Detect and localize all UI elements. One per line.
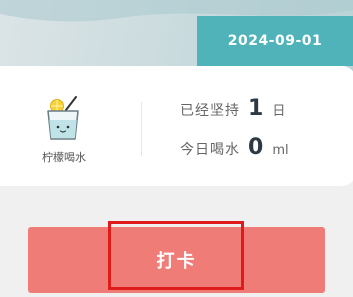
today-water-stat: 今日喝水 0 ml — [180, 135, 289, 165]
habit-detail-screen: 2024-09-01 柠檬喝水 已经坚持 1 日 今日喝水 0 ml 打卡 — [0, 0, 353, 297]
streak-stat: 已经坚持 1 日 — [180, 96, 285, 126]
streak-label: 已经坚持 — [180, 103, 240, 119]
lemon-water-glass-icon — [47, 96, 79, 140]
streak-unit: 日 — [272, 104, 286, 119]
habit-name-label: 柠檬喝水 — [42, 151, 86, 164]
checkin-button[interactable]: 打卡 — [28, 227, 325, 293]
today-water-label: 今日喝水 — [180, 142, 240, 158]
card-divider — [141, 102, 142, 156]
streak-value: 1 — [248, 96, 264, 121]
today-water-value: 0 — [248, 135, 264, 160]
today-water-unit: ml — [272, 143, 289, 158]
date-badge: 2024-09-01 — [197, 16, 353, 66]
